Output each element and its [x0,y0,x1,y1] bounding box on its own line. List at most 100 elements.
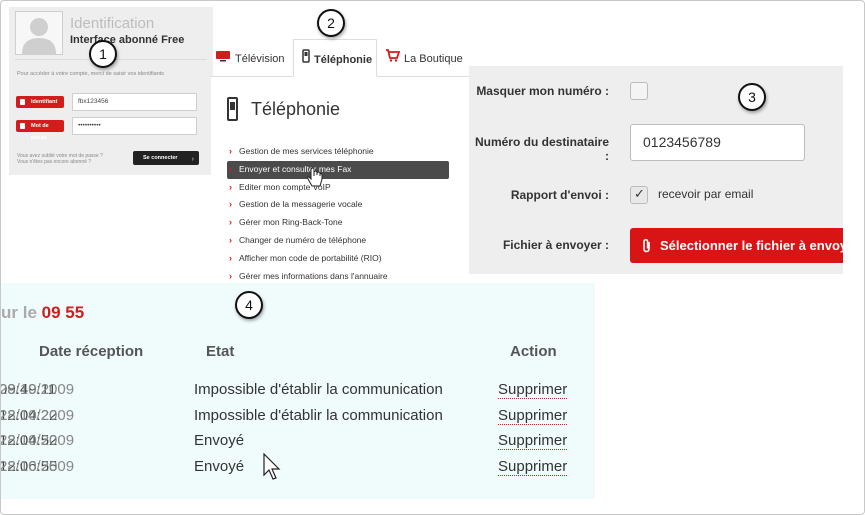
column-header-action: Action [510,343,557,360]
login-panel: Identification Interface abonné Free Pou… [9,7,213,175]
delete-link[interactable]: Supprimer [498,458,568,476]
chevron-right-icon: › [229,252,232,263]
chevron-right-icon: › [229,199,232,210]
lock-icon [20,123,25,129]
menu-item-services[interactable]: › Gestion de mes services téléphonie [227,143,449,161]
menu-item-ringback[interactable]: › Gérer mon Ring-Back-Tone [227,214,449,232]
menu-item-fax[interactable]: › Envoyer et consulter mes Fax [227,160,449,179]
hide-number-label: Masquer mon numéro : [476,84,609,98]
not-subscriber-link[interactable]: Vous n'êtes pas encore abonné ? [17,159,103,165]
recipient-label: Numéro du destinataire : [474,135,609,163]
main-tabs: Télévision Téléphonie La Boutique [211,39,469,77]
paperclip-icon [642,228,652,263]
fax-send-form: Masquer mon numéro : Numéro du destinata… [469,66,843,274]
phone-icon [302,40,310,80]
annotation-badge-4: 4 [235,291,263,319]
arrow-right-icon: › [191,156,194,163]
password-input[interactable]: •••••••••• [72,117,197,135]
tv-icon [215,39,231,79]
select-file-button-label: Sélectionner le fichier à envoyer [660,238,843,253]
mobile-phone-icon [227,97,238,121]
status-cell: Impossible d'établir la communication [194,381,443,398]
menu-item-voip[interactable]: › Editer mon compte VoIP [227,179,449,197]
date-value: 28/10/2009 [1,381,75,398]
section-heading: Téléphonie [251,99,341,119]
user-silhouette-icon [22,18,56,54]
chevron-right-icon: › [229,163,232,174]
column-header-date: Date réception [39,343,144,360]
date-cell: 28/10/2009 12:04:22 [1,407,74,424]
login-title: Identification [70,15,155,32]
delete-link[interactable]: Supprimer [498,381,568,399]
password-label: Mot de passe [16,120,64,141]
tab-boutique[interactable]: La Boutique [385,39,469,77]
login-intro-text: Pour accéder à votre compte, merci de sa… [17,71,165,77]
identifiant-label: Identifiant [16,96,64,108]
menu-item-label: Afficher mon code de portabilité (RIO) [239,252,382,263]
date-cell: 28/10/2009 09:49:11 [1,381,74,398]
chevron-right-icon: › [229,146,232,156]
tab-television[interactable]: Télévision [215,39,293,77]
menu-item-label: Gestion de mes services téléphonie [239,146,374,156]
cart-icon [385,39,401,79]
identifiant-input[interactable]: fbx123456 [72,93,197,111]
telephonie-menu: › Gestion de mes services téléphonie › Env… [227,143,449,285]
tab-boutique-label: La Boutique [404,53,463,65]
fax-list-panel: ur le 09 55 Date réception Etat Action 2… [1,283,595,499]
menu-item-change-number[interactable]: › Changer de numéro de téléphone [227,232,449,250]
hand-pointer-icon [307,167,323,187]
menu-item-label: Gérer mon Ring-Back-Tone [239,217,343,228]
menu-item-label: Envoyer et consulter mes Fax [239,163,352,174]
date-value: 28/10/2009 [1,458,75,475]
table-row: 28/10/2009 12:04:22 Impossible d'établir… [1,407,595,433]
chevron-right-icon: › [229,217,232,228]
annotation-badge-1: 1 [89,40,117,68]
login-subtitle: Interface abonné Free [70,34,185,46]
file-label: Fichier à envoyer : [502,238,609,252]
caption-number: 09 55 [41,303,85,322]
chevron-right-icon: › [229,181,232,192]
telephonie-menu-panel: Téléphonie › Gestion de mes services télé… [211,77,469,281]
avatar [15,11,63,55]
recipient-number-input[interactable]: 0123456789 [630,124,805,161]
menu-item-voicemail[interactable]: › Gestion de la messagerie vocale [227,196,449,214]
delete-link[interactable]: Supprimer [498,432,568,450]
chevron-right-icon: › [229,234,232,245]
status-cell: Impossible d'établir la communication [194,407,443,424]
menu-item-rio[interactable]: › Afficher mon code de portabilité (RIO) [227,250,449,268]
table-row: 28/10/2009 12:06:55 Envoyé Supprimer [1,458,595,484]
tab-telephonie-label: Téléphonie [314,54,373,66]
forgot-links: Vous avez oublié votre mot de passe ? Vo… [17,153,103,165]
table-row: 28/10/2009 09:49:11 Impossible d'établir… [1,381,595,407]
tab-telephonie[interactable]: Téléphonie [293,39,377,77]
status-cell: Envoyé [194,458,245,475]
column-header-status: Etat [206,343,235,360]
date-cell: 28/10/2009 12:06:55 [1,458,74,475]
screenshot-frame: Identification Interface abonné Free Pou… [0,0,865,515]
select-file-button[interactable]: Sélectionner le fichier à envoyer [630,228,843,263]
status-cell: Envoyé [194,432,245,449]
identifiant-label-text: Identifiant [31,99,58,105]
annotation-badge-2: 2 [317,9,345,37]
password-label-text: Mot de passe [31,123,49,141]
date-cell: 28/10/2009 12:04:52 [1,432,74,449]
hide-number-checkbox[interactable] [630,82,648,100]
delete-link[interactable]: Supprimer [498,407,568,425]
connect-button[interactable]: Se connecter › [133,151,199,165]
arrow-cursor-icon [263,453,281,480]
date-value: 28/10/2009 [1,407,75,424]
tab-television-label: Télévision [235,53,285,65]
report-email-checkbox[interactable] [630,186,648,204]
menu-item-label: Gestion de la messagerie vocale [239,199,363,210]
menu-item-label: Gérer mes informations dans l'annuaire [239,270,388,281]
report-email-option: recevoir par email [658,187,754,201]
caption-text: ur le [1,303,42,322]
report-label: Rapport d'envoi : [510,188,609,202]
annotation-badge-3: 3 [738,83,766,111]
table-row: 28/10/2009 12:04:52 Envoyé Supprimer [1,432,595,458]
fax-list-caption: ur le 09 55 [1,303,84,323]
menu-item-label: Changer de numéro de téléphone [239,234,367,245]
user-icon [20,99,25,105]
date-value: 28/10/2009 [1,432,75,449]
connect-button-label: Se connecter [143,155,178,161]
